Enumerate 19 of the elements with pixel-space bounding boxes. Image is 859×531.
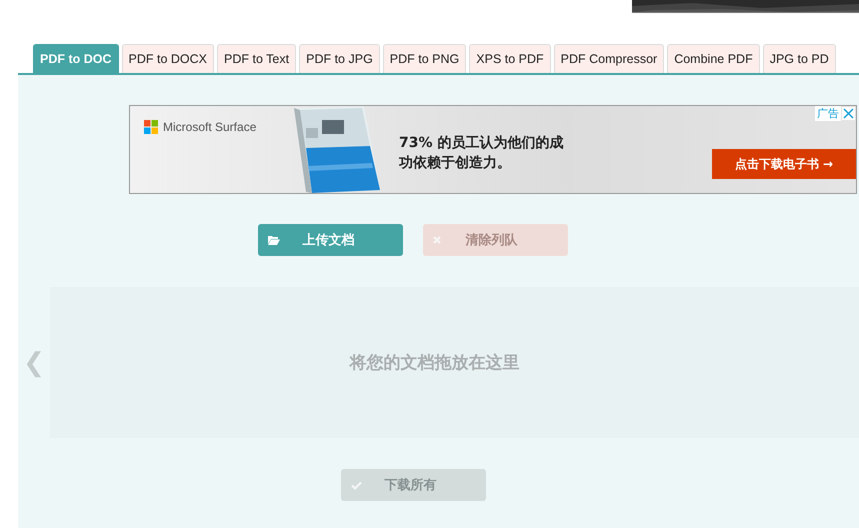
windows-logo-icon: [144, 120, 158, 134]
tab[interactable]: PDF to PNG: [382, 44, 466, 73]
tab[interactable]: PDF to DOCX: [122, 44, 214, 73]
folder-icon: [268, 235, 280, 245]
download-ebook-link[interactable]: 点击下载电子书 →: [712, 149, 856, 179]
tab[interactable]: JPG to PD: [762, 44, 836, 73]
brand-name: Microsoft Surface: [163, 120, 256, 134]
check-icon: [350, 480, 362, 490]
tab[interactable]: XPS to PDF: [469, 44, 551, 73]
tab[interactable]: PDF to JPG: [299, 44, 380, 73]
close-icon: [433, 236, 441, 244]
ad-badge: 广告: [815, 106, 841, 121]
tab[interactable]: PDF to Text: [217, 44, 296, 73]
tab[interactable]: PDF Compressor: [554, 44, 664, 73]
close-icon[interactable]: [842, 107, 855, 120]
drop-hint: 将您的文档拖放在这里: [350, 352, 520, 374]
ad-banner[interactable]: 广告 Microsoft Surface 73% 的员工认为他们的成功依赖于创造力。 点击下载电子书 →: [129, 105, 857, 194]
tab[interactable]: Combine PDF: [667, 44, 760, 73]
ad-headline: 73% 的员工认为他们的成功依赖于创造力。: [399, 134, 564, 173]
